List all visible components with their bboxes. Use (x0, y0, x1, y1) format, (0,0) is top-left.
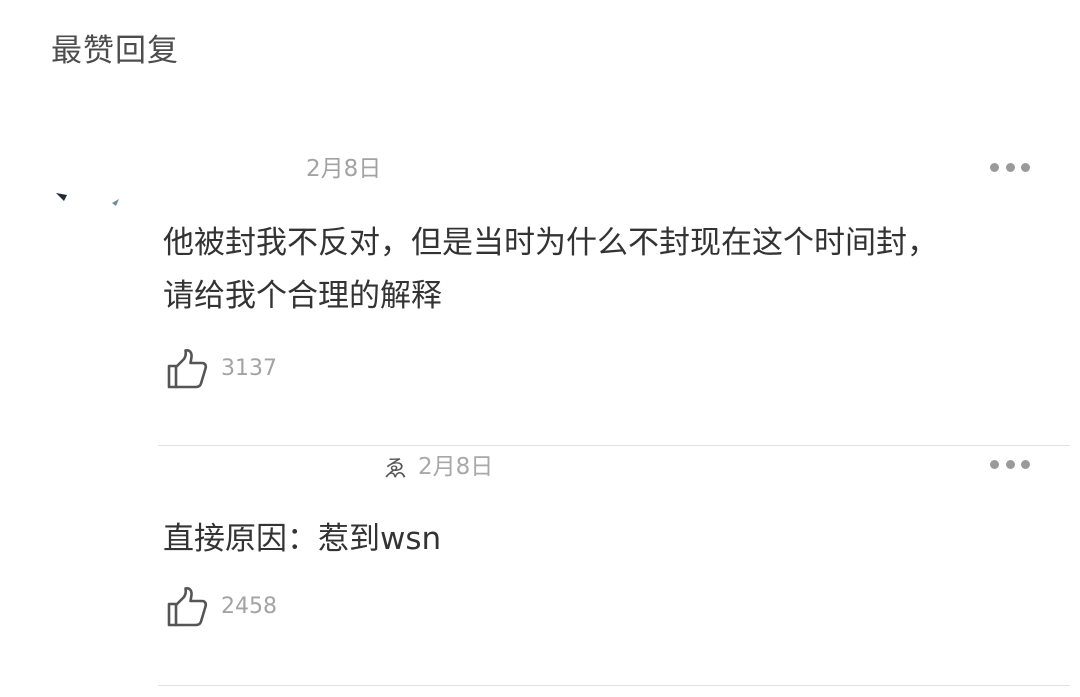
comment-text-line: 他被封我不反对，但是当时为什么不封现在这个时间封， (163, 225, 938, 261)
reply-item (0, 446, 1080, 686)
like-button[interactable]: 3137 (165, 347, 277, 391)
more-dot (1005, 162, 1015, 172)
more-dots-icon (990, 162, 999, 172)
like-count: 3137 (221, 356, 277, 381)
comment-text-line: 请给我个合理的解释 (163, 278, 442, 314)
more-dot (1005, 459, 1015, 469)
comment-text: 他被封我不反对，但是当时为什么不封现在这个时间封， 请给我个合理的解释 (163, 217, 1043, 323)
like-count: 2458 (221, 594, 277, 619)
avatar[interactable] (56, 190, 126, 210)
comment-item: 2月8日 他被封我不反对，但是当时为什么不封现在这个时间封， 请给我个合理的解释… (0, 0, 1080, 445)
thumbs-up-icon (167, 348, 208, 389)
more-dot (1021, 459, 1030, 469)
more-options-button[interactable] (990, 160, 1030, 174)
divider (158, 685, 1070, 686)
more-dot (1021, 162, 1030, 172)
comment-date: 2月8日 (418, 454, 494, 480)
username[interactable]: ゑ (384, 455, 407, 483)
comment-date: 2月8日 (306, 156, 382, 182)
comment-text: 直接原因：惹到wsn (163, 513, 1043, 566)
comment-text-line: 直接原因：惹到wsn (163, 521, 442, 557)
more-dots-icon (990, 459, 999, 469)
thumbs-up-icon (167, 586, 208, 627)
like-button[interactable]: 2458 (165, 585, 277, 629)
more-options-button[interactable] (990, 457, 1030, 471)
